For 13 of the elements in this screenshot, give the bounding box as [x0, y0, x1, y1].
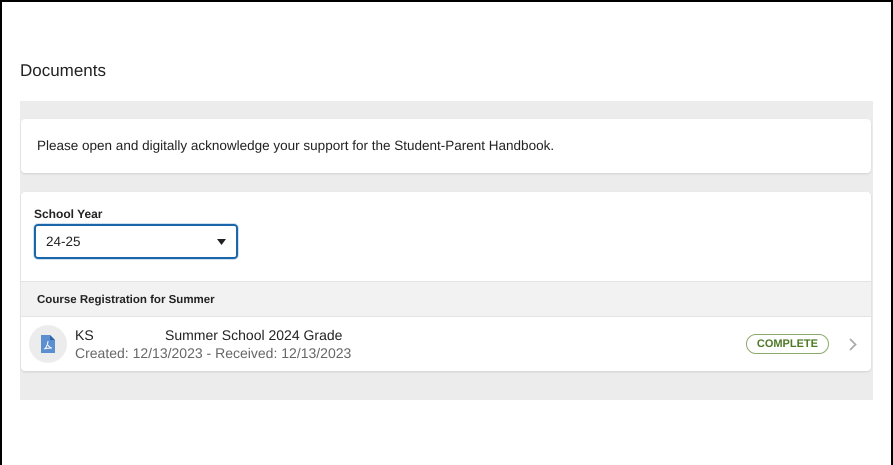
school-year-dropdown[interactable]: 24-25 [34, 224, 238, 259]
caret-icon [217, 238, 226, 244]
status-badge: COMPLETE [746, 334, 829, 354]
document-dates: Created: 12/13/2023 - Received: 12/13/2023 [75, 345, 352, 361]
notice-text: Please open and digitally acknowledge your support for the Student-Parent Handbook. [36, 137, 556, 155]
document-row[interactable]: KS Summer School 2024 Grade Created: 12/13/2023 - Received: 12/13/2023 COMPLETE [21, 317, 871, 371]
section-title: Course Registration for Summer [37, 294, 215, 306]
chevron-right-icon [849, 338, 857, 350]
pdf-file-icon [41, 335, 55, 353]
document-code: KS [75, 327, 95, 343]
page-title: Documents [20, 60, 107, 82]
document-name: Summer School 2024 Grade [165, 327, 342, 343]
field-label: School Year [34, 207, 102, 221]
